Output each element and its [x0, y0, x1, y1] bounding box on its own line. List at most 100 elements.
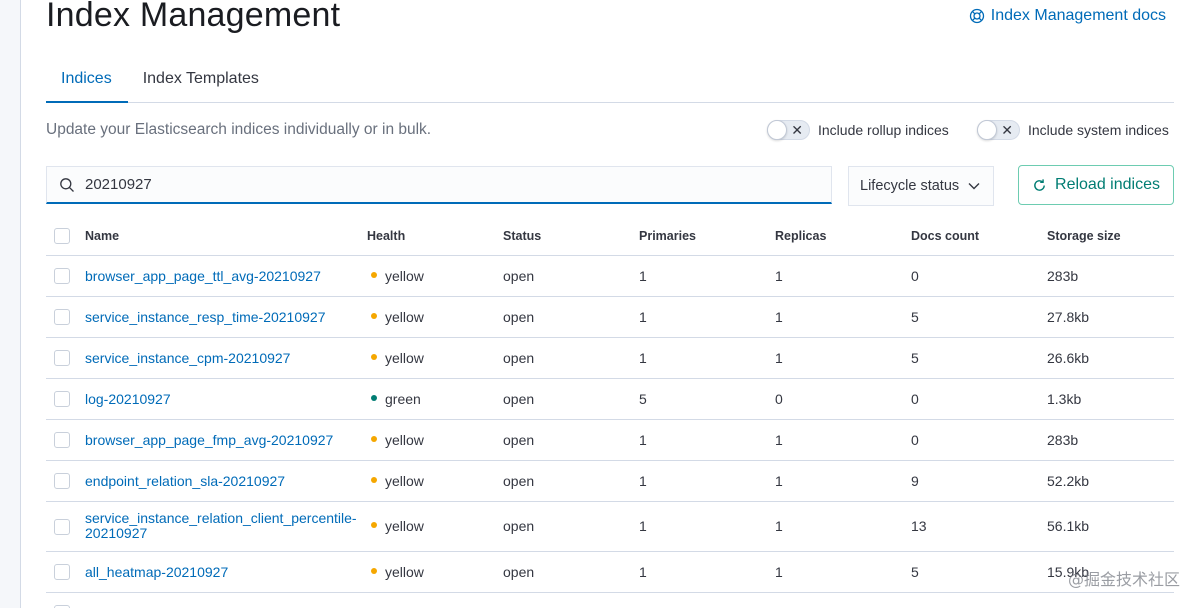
storage-size-cell: 7.7kb: [1047, 592, 1174, 608]
docs-count-cell: 13: [911, 501, 1047, 552]
page-description: Update your Elasticsearch indices indivi…: [46, 121, 432, 138]
primaries-cell: 1: [639, 296, 775, 338]
reload-indices-button[interactable]: Reload indices: [1018, 165, 1174, 205]
status-cell: open: [503, 592, 639, 608]
storage-size-cell: 26.6kb: [1047, 337, 1174, 379]
replicas-cell: 0: [775, 378, 911, 420]
row-checkbox-cell: [46, 419, 85, 461]
status-cell: open: [503, 551, 639, 593]
column-header-status[interactable]: Status: [503, 217, 639, 256]
page-title: Index Management: [46, 0, 341, 34]
status-cell: open: [503, 337, 639, 379]
table-header-row: Name Health Status Primaries Replicas Do…: [46, 217, 1174, 256]
index-name-link[interactable]: all_heatmap-20210927: [85, 564, 228, 580]
rollup-toggle-group: ✕ Include rollup indices: [767, 120, 949, 140]
status-cell: open: [503, 501, 639, 552]
row-checkbox[interactable]: [54, 350, 70, 367]
close-icon: ✕: [791, 122, 803, 138]
row-checkbox[interactable]: [54, 309, 70, 326]
health-status-dot-icon: [371, 353, 377, 360]
index-name-link[interactable]: service_instance_resp_time-20210927: [85, 309, 325, 325]
watermark: @掘金技术社区: [1067, 570, 1180, 589]
health-cell: yellow: [367, 551, 503, 593]
index-name-link[interactable]: service_instance_cpm-20210927: [85, 350, 290, 366]
health-label: yellow: [385, 431, 424, 448]
primaries-cell: 1: [639, 551, 775, 593]
index-name-cell: database_access_cpm-20210927: [85, 592, 367, 608]
docs-count-cell: 5: [911, 296, 1047, 338]
row-checkbox-cell: [46, 501, 85, 552]
status-cell: open: [503, 296, 639, 338]
primaries-cell: 1: [639, 592, 775, 608]
system-indices-switch[interactable]: ✕: [977, 120, 1020, 140]
table-row: database_access_cpm-20210927yellowopen11…: [46, 592, 1174, 608]
row-checkbox[interactable]: [54, 268, 70, 285]
index-name-cell: service_instance_relation_client_percent…: [85, 501, 367, 552]
table-row: browser_app_page_ttl_avg-20210927 yellow o…: [46, 255, 1174, 297]
health-label: green: [385, 390, 421, 407]
index-name-cell: log-20210927: [85, 378, 367, 420]
table-row: log-20210927 green open 5 0 0 1.3kb: [46, 378, 1174, 420]
tab-bar: Indices Index Templates: [46, 62, 1174, 103]
column-header-storage-size[interactable]: Storage size: [1047, 217, 1174, 256]
close-icon: ✕: [1001, 122, 1013, 138]
health-status-dot-icon: [371, 435, 377, 442]
health-status-dot-icon: [371, 476, 377, 483]
docs-link[interactable]: Index Management docs: [969, 7, 1166, 25]
replicas-cell: 1: [775, 501, 911, 552]
row-checkbox[interactable]: [54, 391, 70, 408]
index-name-link[interactable]: browser_app_page_fmp_avg-20210927: [85, 432, 333, 448]
refresh-icon: [1034, 178, 1045, 191]
index-name-link[interactable]: service_instance_relation_client_percent…: [85, 511, 357, 541]
storage-size-cell: 52.2kb: [1047, 460, 1174, 502]
index-management-panel: Index Management Index Management docs I…: [20, 0, 1200, 608]
row-checkbox-cell: [46, 592, 85, 608]
row-checkbox-cell: [46, 460, 85, 502]
column-header-docs-count[interactable]: Docs count: [911, 217, 1047, 256]
replicas-cell: 1: [775, 296, 911, 338]
reload-indices-label: Reload indices: [1055, 176, 1160, 193]
tab-index-templates[interactable]: Index Templates: [128, 62, 275, 103]
system-toggle-group: ✕ Include system indices: [977, 120, 1169, 140]
health-label: yellow: [385, 605, 424, 608]
column-header-replicas[interactable]: Replicas: [775, 217, 911, 256]
lifecycle-status-filter[interactable]: Lifecycle status: [848, 166, 994, 206]
health-label: yellow: [385, 563, 424, 580]
index-name-link[interactable]: log-20210927: [85, 391, 171, 407]
index-name-link[interactable]: browser_app_page_ttl_avg-20210927: [85, 268, 321, 284]
index-name-cell: browser_app_page_fmp_avg-20210927: [85, 419, 367, 461]
health-cell: yellow: [367, 255, 503, 297]
row-checkbox[interactable]: [54, 473, 70, 490]
indices-table: Name Health Status Primaries Replicas Do…: [46, 217, 1174, 608]
system-indices-label: Include system indices: [1028, 122, 1169, 138]
health-status-dot-icon: [371, 312, 377, 319]
docs-link-label: Index Management docs: [990, 7, 1166, 24]
select-all-checkbox[interactable]: [54, 227, 70, 244]
column-header-name[interactable]: Name: [85, 217, 367, 256]
storage-size-cell: 56.1kb: [1047, 501, 1174, 552]
replicas-cell: 1: [775, 255, 911, 297]
index-name-link[interactable]: endpoint_relation_sla-20210927: [85, 473, 285, 489]
row-checkbox[interactable]: [54, 518, 70, 535]
primaries-cell: 1: [639, 460, 775, 502]
tab-indices[interactable]: Indices: [46, 62, 128, 103]
health-status-dot-icon: [371, 522, 377, 529]
primaries-cell: 1: [639, 337, 775, 379]
docs-count-cell: 9: [911, 460, 1047, 502]
rollup-indices-switch[interactable]: ✕: [767, 120, 810, 140]
health-cell: yellow: [367, 592, 503, 608]
health-label: yellow: [385, 349, 424, 366]
search-input[interactable]: [85, 176, 785, 193]
row-checkbox[interactable]: [54, 432, 70, 449]
status-cell: open: [503, 255, 639, 297]
replicas-cell: 1: [775, 460, 911, 502]
health-cell: yellow: [367, 337, 503, 379]
health-cell: yellow: [367, 460, 503, 502]
row-checkbox[interactable]: [54, 564, 70, 581]
table-row: browser_app_page_fmp_avg-20210927 yellow o…: [46, 419, 1174, 461]
column-header-primaries[interactable]: Primaries: [639, 217, 775, 256]
health-cell: yellow: [367, 501, 503, 552]
column-header-health[interactable]: Health: [367, 217, 503, 256]
switch-knob: [767, 120, 787, 140]
row-checkbox-cell: [46, 378, 85, 420]
